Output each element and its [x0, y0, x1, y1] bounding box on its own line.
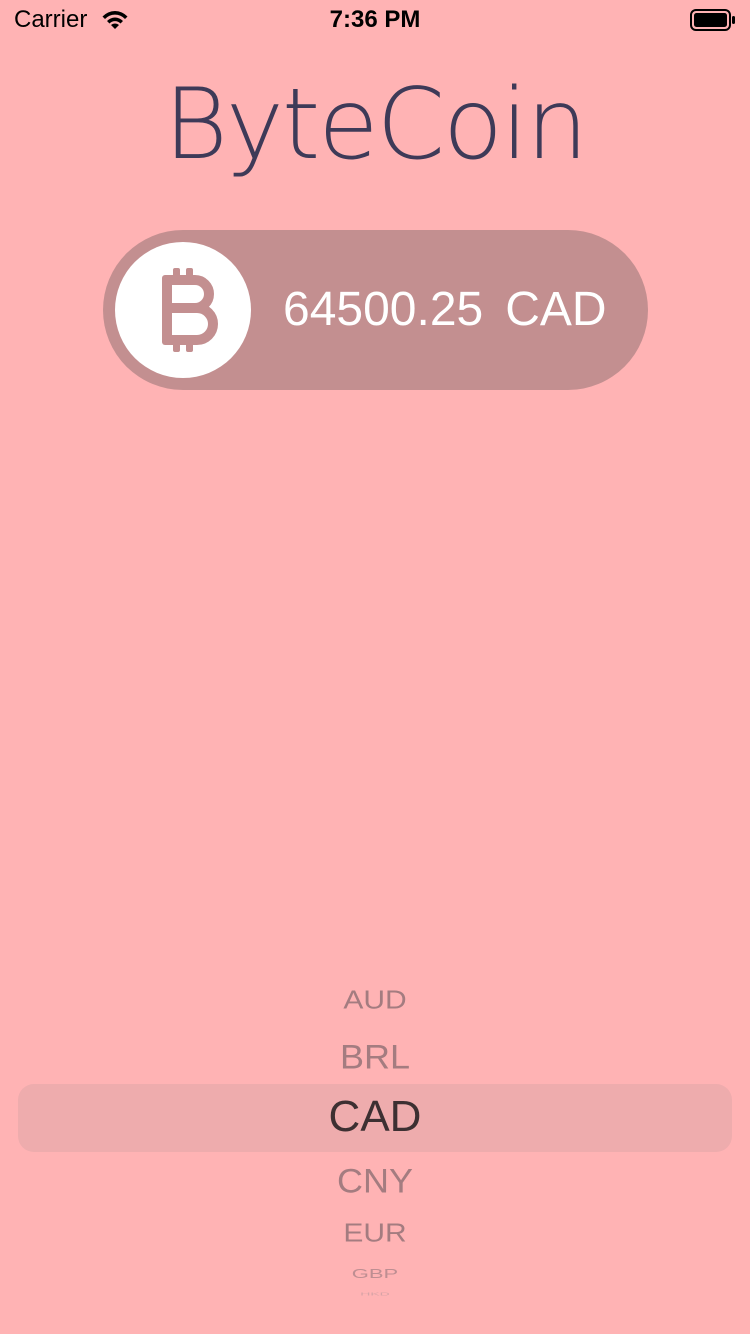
app-title: ByteCoin [163, 68, 589, 182]
picker-item-cad-selected[interactable]: CAD [0, 1092, 750, 1142]
picker-item-hkd[interactable]: HKD [0, 1292, 750, 1297]
status-time: 7:36 PM [329, 6, 421, 33]
status-bar: Carrier 7:36 PM [0, 0, 750, 40]
picker-item-eur[interactable]: EUR [0, 1220, 750, 1249]
screen: Carrier 7:36 PM ByteCoin 64500.25 CAD AU… [0, 0, 750, 1334]
picker-item-brl[interactable]: BRL [0, 1037, 750, 1076]
rate-value: 64500.25 [283, 283, 484, 336]
bitcoin-icon [162, 268, 218, 352]
picker-item-aud[interactable]: AUD [0, 987, 750, 1016]
picker-item-cny[interactable]: CNY [0, 1161, 750, 1200]
rate-currency: CAD [505, 283, 607, 336]
currency-picker[interactable]: AUD BRL CAD CNY EUR GBP HKD [0, 968, 750, 1298]
rate-row: 64500.25 CAD [283, 282, 607, 337]
battery-icon [690, 9, 736, 31]
coin-rate-view: 64500.25 CAD [103, 230, 648, 390]
picker-item-gbp[interactable]: GBP [0, 1266, 750, 1282]
coin-circle [115, 242, 251, 378]
